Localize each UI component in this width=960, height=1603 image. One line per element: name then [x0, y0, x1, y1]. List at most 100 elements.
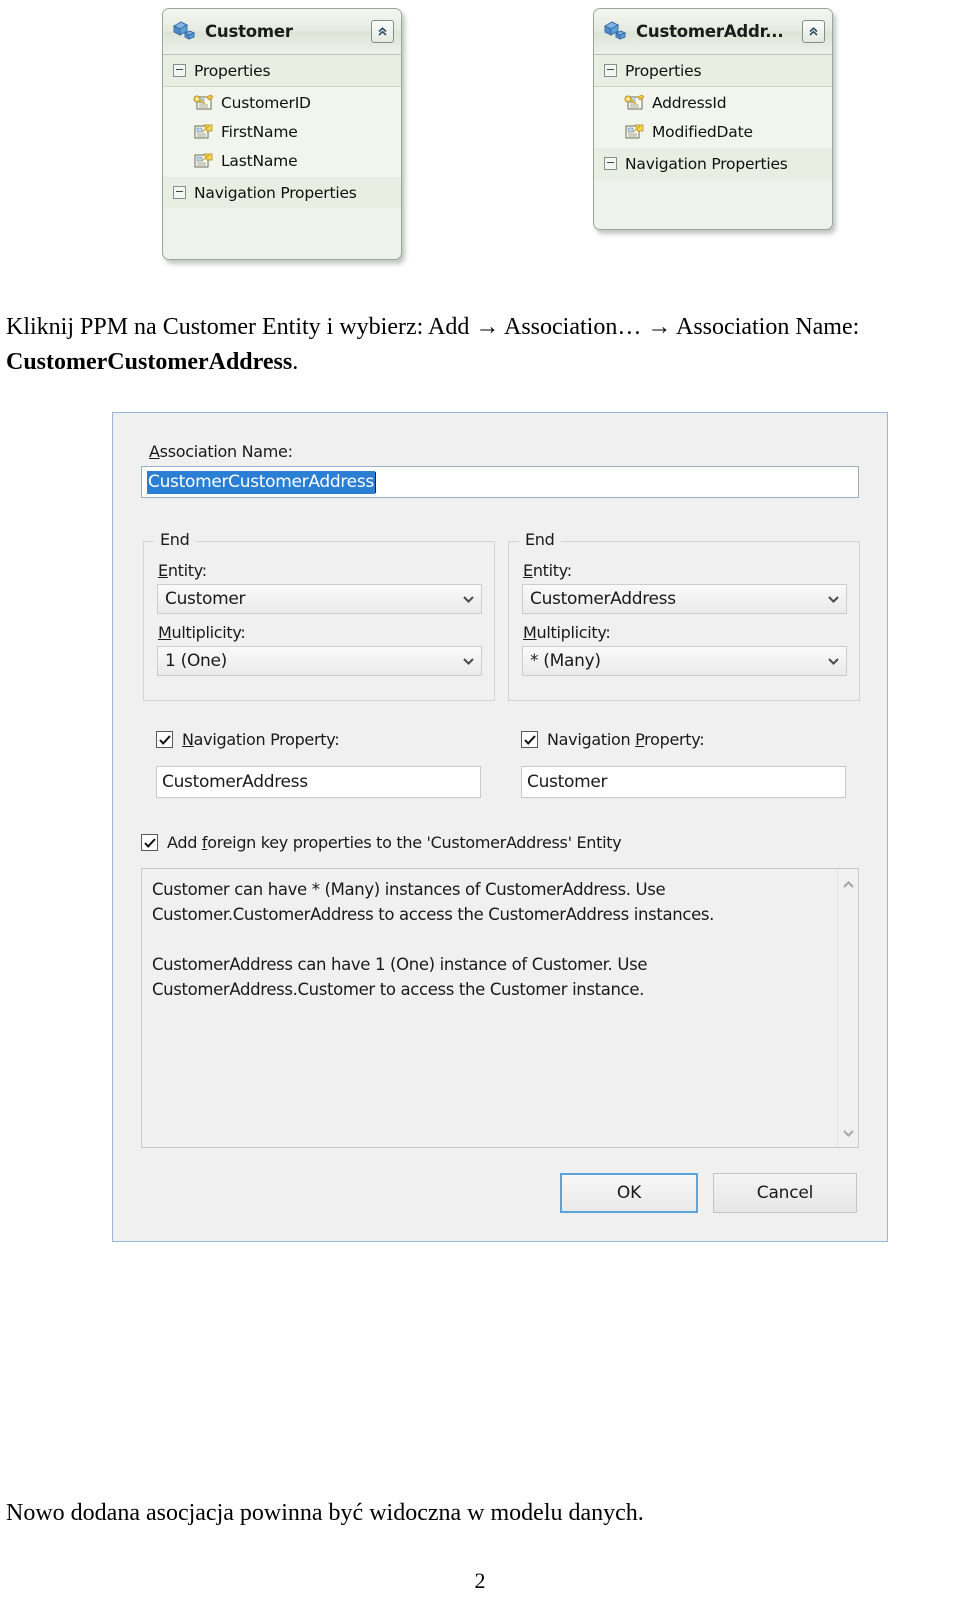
navigation-property-label-right: Navigation Property: [547, 730, 705, 749]
key-property-icon [624, 94, 645, 111]
navigation-property-input-right[interactable]: Customer [521, 766, 846, 798]
section-label: Properties [194, 61, 271, 80]
entity-label-right: Entity: [523, 561, 572, 580]
page-number: 2 [474, 1568, 486, 1593]
chevron-down-icon [462, 589, 475, 609]
entity-icon [172, 20, 196, 44]
key-property-icon [193, 94, 214, 111]
checkbox-box[interactable] [156, 731, 173, 748]
multiplicity-select-right[interactable]: * (Many) [522, 646, 847, 676]
multiplicity-select-left-value: 1 (One) [165, 651, 227, 671]
multiplicity-label-accel: M [523, 623, 537, 642]
instruction-association-name: CustomerCustomerAddress [6, 349, 293, 375]
entity-title: CustomerAddr... [636, 22, 784, 41]
association-name-label-rest: ssociation Name: [159, 442, 293, 461]
collapse-expander-icon[interactable] [604, 64, 617, 77]
property-label: CustomerID [221, 93, 311, 112]
navigation-property-label-left: Navigation Property: [182, 730, 340, 749]
multiplicity-label-left: Multiplicity: [158, 623, 246, 642]
nav-label-rest: avigation Property: [193, 730, 340, 749]
property-row[interactable]: AddressId [594, 88, 832, 117]
chevron-up-icon[interactable] [842, 874, 855, 893]
collapse-expander-icon[interactable] [173, 64, 186, 77]
fk-label-rest: oreign key properties to the 'CustomerAd… [207, 833, 622, 852]
cancel-button-label: Cancel [756, 1183, 814, 1203]
add-association-dialog: Association Name: CustomerCustomerAddres… [112, 412, 888, 1242]
entity-select-right[interactable]: CustomerAddress [522, 584, 847, 614]
section-label: Navigation Properties [194, 183, 357, 202]
entity-properties-section[interactable]: Properties [594, 55, 832, 87]
multiplicity-label-right: Multiplicity: [523, 623, 611, 642]
instruction-paragraph: Kliknij PPM na Customer Entity i wybierz… [6, 310, 954, 380]
property-label: FirstName [221, 122, 298, 141]
entity-label-rest: ntity: [532, 561, 572, 580]
chevron-down-icon [462, 651, 475, 671]
multiplicity-select-left[interactable]: 1 (One) [157, 646, 482, 676]
property-row[interactable]: ModifiedDate [594, 117, 832, 146]
navigation-property-checkbox-right[interactable]: Navigation Property: [521, 730, 705, 749]
property-list: CustomerID FirstName LastName [163, 87, 401, 177]
association-name-input[interactable]: CustomerCustomerAddress [141, 466, 859, 498]
navigation-property-checkbox-left[interactable]: Navigation Property: [156, 730, 340, 749]
end-group-legend: End [521, 530, 559, 549]
entity-label-accel: E [523, 561, 533, 580]
section-label: Navigation Properties [625, 154, 788, 173]
chevron-down-icon[interactable] [842, 1123, 855, 1142]
property-row[interactable]: LastName [163, 146, 401, 175]
entity-header: CustomerAddr... [594, 9, 832, 55]
property-list: AddressId ModifiedDate [594, 87, 832, 148]
chevron-double-up-icon[interactable] [371, 20, 394, 43]
entity-navigation-section[interactable]: Navigation Properties [594, 148, 832, 179]
chevron-down-icon [827, 589, 840, 609]
multiplicity-label-rest: ultiplicity: [536, 623, 611, 642]
description-scrollbar[interactable] [837, 869, 858, 1147]
nav-label-accel: P [635, 730, 645, 749]
checkbox-box[interactable] [141, 834, 158, 851]
scalar-property-icon [193, 123, 214, 140]
collapse-expander-icon[interactable] [604, 157, 617, 170]
property-label: AddressId [652, 93, 727, 112]
association-name-label: Association Name: [149, 442, 293, 461]
multiplicity-label-rest: ultiplicity: [171, 623, 246, 642]
multiplicity-label-accel: M [158, 623, 172, 642]
entity-shape-customeraddress[interactable]: CustomerAddr... Properties AddressId Mod… [593, 8, 833, 230]
entity-properties-section[interactable]: Properties [163, 55, 401, 87]
entity-icon [603, 20, 627, 44]
property-row[interactable]: FirstName [163, 117, 401, 146]
navigation-property-input-left[interactable]: CustomerAddress [156, 766, 481, 798]
scalar-property-icon [624, 123, 645, 140]
entity-label-accel: E [158, 561, 168, 580]
entity-select-left[interactable]: Customer [157, 584, 482, 614]
property-label: ModifiedDate [652, 122, 753, 141]
checkbox-box[interactable] [521, 731, 538, 748]
association-name-value: CustomerCustomerAddress [147, 470, 375, 494]
property-label: LastName [221, 151, 298, 170]
chevron-double-up-icon[interactable] [802, 20, 825, 43]
chevron-down-icon [827, 651, 840, 671]
ok-button[interactable]: OK [560, 1173, 698, 1213]
collapse-expander-icon[interactable] [173, 186, 186, 199]
scalar-property-icon [193, 152, 214, 169]
text-caret [374, 471, 376, 493]
multiplicity-select-right-value: * (Many) [530, 651, 601, 671]
end-group-right: End Entity: CustomerAddress Multiplicity… [508, 530, 860, 701]
add-foreign-key-label: Add foreign key properties to the 'Custo… [167, 833, 622, 852]
end-group-left: End Entity: Customer Multiplicity: 1 (On… [143, 530, 495, 701]
nav-label-accel: N [182, 730, 194, 749]
end-group-legend: End [156, 530, 194, 549]
ok-button-label: OK [616, 1183, 642, 1203]
cancel-button[interactable]: Cancel [713, 1173, 857, 1213]
entity-shape-customer[interactable]: Customer Properties CustomerID FirstName… [162, 8, 402, 260]
add-foreign-key-checkbox[interactable]: Add foreign key properties to the 'Custo… [141, 833, 622, 852]
footer-paragraph: Nowo dodana asocjacja powinna być widocz… [6, 1500, 644, 1526]
association-description-text: Customer can have * (Many) instances of … [152, 880, 715, 999]
property-row[interactable]: CustomerID [163, 88, 401, 117]
entity-title: Customer [205, 22, 293, 41]
nav-label-pre: Navigation [547, 730, 636, 749]
entity-label-rest: ntity: [167, 561, 207, 580]
entity-navigation-section[interactable]: Navigation Properties [163, 177, 401, 208]
navigation-property-value-right: Customer [527, 772, 608, 792]
entity-label-left: Entity: [158, 561, 207, 580]
instruction-line-2: CustomerCustomerAddress. [6, 345, 954, 380]
association-name-label-accel: A [149, 442, 160, 461]
